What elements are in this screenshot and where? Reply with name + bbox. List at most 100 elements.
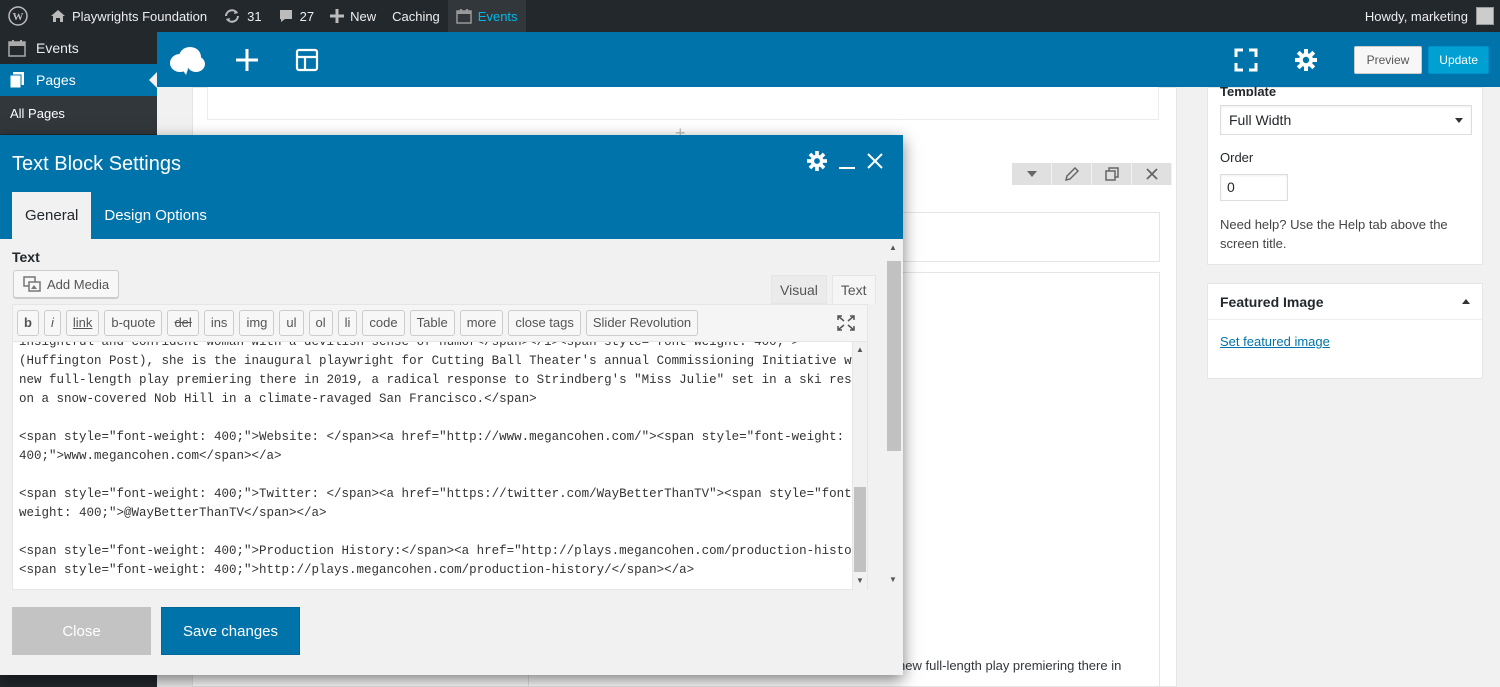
calendar-icon — [8, 40, 26, 57]
builder-logo-icon[interactable] — [157, 32, 217, 87]
calendar-icon — [456, 9, 472, 24]
comments-link[interactable]: 27 — [270, 0, 322, 32]
column-element — [900, 212, 1160, 262]
quicktag-ins-button[interactable]: ins — [203, 310, 235, 336]
editor-tab-text[interactable]: Text — [831, 275, 876, 304]
text-block-settings-modal: Text Block Settings General Design Option… — [0, 135, 903, 675]
modal-body: Text Add Media Visual Text b i link b-quote d… — [0, 239, 887, 590]
minimize-icon[interactable] — [839, 152, 855, 170]
close-icon[interactable] — [867, 153, 883, 169]
quicktag-more-button[interactable]: more — [459, 310, 504, 336]
template-select[interactable]: Full Width — [1220, 105, 1472, 135]
save-changes-button[interactable]: Save changes — [161, 607, 300, 655]
code-scrollbar-thumb[interactable] — [854, 487, 866, 572]
collapse-arrow-icon[interactable] — [1462, 299, 1470, 304]
featured-image-title: Featured Image — [1220, 293, 1324, 310]
clone-icon[interactable] — [1092, 163, 1132, 185]
row-element — [207, 87, 1159, 120]
add-media-label: Add Media — [47, 276, 110, 292]
code-line: insightful and confident woman with a de… — [19, 342, 807, 349]
order-input[interactable]: 0 — [1220, 174, 1288, 201]
home-icon — [51, 10, 65, 22]
howdy-account[interactable]: Howdy, marketing — [1365, 9, 1468, 24]
quicktag-img-button[interactable]: img — [239, 310, 275, 336]
editor-tab-visual[interactable]: Visual — [771, 275, 827, 304]
wordpress-logo-icon[interactable]: W — [0, 0, 42, 32]
site-name: Playwrights Foundation — [72, 8, 208, 24]
quicktag-li-button[interactable]: li — [337, 310, 358, 336]
menu-item-pages-label: Pages — [36, 72, 76, 88]
quicktag-code-button[interactable]: code — [362, 310, 405, 336]
page-attributes-box: Template Full Width Order 0 Need help? U… — [1207, 84, 1483, 265]
menu-item-pages[interactable]: Pages — [0, 64, 157, 96]
add-media-button[interactable]: Add Media — [13, 270, 120, 298]
caching-label: Caching — [392, 8, 440, 24]
quicktag-del-button[interactable]: del — [167, 310, 199, 336]
code-line: <span style="font-weight: 400;">http://p… — [19, 563, 695, 577]
media-icon — [23, 276, 41, 292]
avatar[interactable] — [1476, 7, 1494, 25]
quicktag-b-quote-button[interactable]: b-quote — [104, 310, 163, 336]
template-select-value: Full Width — [1229, 112, 1292, 128]
events-label: Events — [477, 8, 518, 24]
html-code-textarea[interactable]: insightful and confident woman with a de… — [12, 342, 853, 590]
edit-pencil-icon[interactable] — [1052, 163, 1092, 185]
code-scrollbar[interactable]: ▲ ▼ — [853, 342, 868, 590]
tab-general[interactable]: General — [12, 192, 92, 239]
edit-sidebar: Template Full Width Order 0 Need help? U… — [1185, 84, 1500, 687]
delete-close-icon[interactable] — [1132, 163, 1172, 185]
modal-footer: Close Save changes — [0, 590, 903, 675]
quicktag-b-button[interactable]: b — [17, 310, 39, 336]
quicktag-i-button[interactable]: i — [43, 310, 61, 336]
quicktags-toolbar: b i link b-quote del ins img ul ol li code Table mor… — [12, 304, 868, 342]
text-field-label: Text — [12, 249, 40, 265]
code-line: (Huffington Post), she is the inaugural … — [19, 354, 853, 368]
modal-settings-gear-icon[interactable] — [807, 151, 827, 171]
menu-item-events[interactable]: Events — [0, 32, 157, 64]
quicktag-table-button[interactable]: Table — [409, 310, 455, 336]
events-link[interactable]: Events — [447, 0, 526, 32]
quicktag-link-button[interactable]: link — [65, 310, 100, 336]
update-button[interactable]: Update — [1428, 45, 1489, 74]
updates-count: 31 — [247, 8, 262, 24]
submenu-all-pages[interactable]: All Pages — [0, 102, 157, 125]
code-line: new full-length play premiering there in… — [19, 373, 853, 387]
quicktag-ol-button[interactable]: ol — [308, 310, 333, 336]
modal-title: Text Block Settings — [12, 153, 181, 175]
modal-scrollbar[interactable]: ▲ ▼ — [887, 239, 903, 590]
code-line: <span style="font-weight: 400;">Website:… — [19, 430, 845, 444]
fullscreen-icon[interactable] — [1216, 32, 1276, 87]
templates-icon[interactable] — [277, 32, 337, 87]
modal-header: Text Block Settings General Design Option… — [0, 135, 903, 239]
add-element-icon[interactable] — [217, 32, 277, 87]
tab-design-options[interactable]: Design Options — [91, 192, 220, 239]
preview-button[interactable]: Preview — [1353, 45, 1423, 74]
new-content-link[interactable]: New — [322, 0, 384, 32]
updates-link[interactable]: 31 — [215, 0, 269, 32]
quicktag-close-tags-button[interactable]: close tags — [508, 310, 581, 336]
chevron-down-icon — [1455, 117, 1463, 123]
admin-bar: W Playwrights Foundation 31 27 New Cachi… — [0, 0, 1500, 32]
code-line: on a snow-covered Nob Hill in a climate-… — [19, 392, 537, 406]
menu-item-events-label: Events — [36, 40, 79, 56]
new-label: New — [350, 8, 377, 24]
chevron-down-icon[interactable] — [1012, 163, 1052, 185]
svg-text:W: W — [13, 11, 24, 23]
quicktag-slider-revolution-button[interactable]: Slider Revolution — [585, 310, 699, 336]
order-label: Order — [1220, 150, 1254, 165]
quicktag-ul-button[interactable]: ul — [279, 310, 304, 336]
modal-scrollbar-thumb[interactable] — [887, 261, 901, 451]
close-button[interactable]: Close — [12, 607, 151, 655]
caching-link[interactable]: Caching — [384, 0, 448, 32]
settings-gear-icon[interactable] — [1276, 32, 1336, 87]
builder-toolbar: Preview Update — [157, 32, 1500, 87]
set-featured-image-link[interactable]: Set featured image — [1208, 320, 1482, 363]
site-name-link[interactable]: Playwrights Foundation — [42, 0, 215, 32]
code-line: 400;">www.megancohen.com</span></a> — [19, 449, 282, 463]
pages-icon — [9, 72, 24, 89]
fullscreen-editor-icon[interactable] — [837, 315, 855, 331]
row-controls — [1012, 163, 1172, 185]
